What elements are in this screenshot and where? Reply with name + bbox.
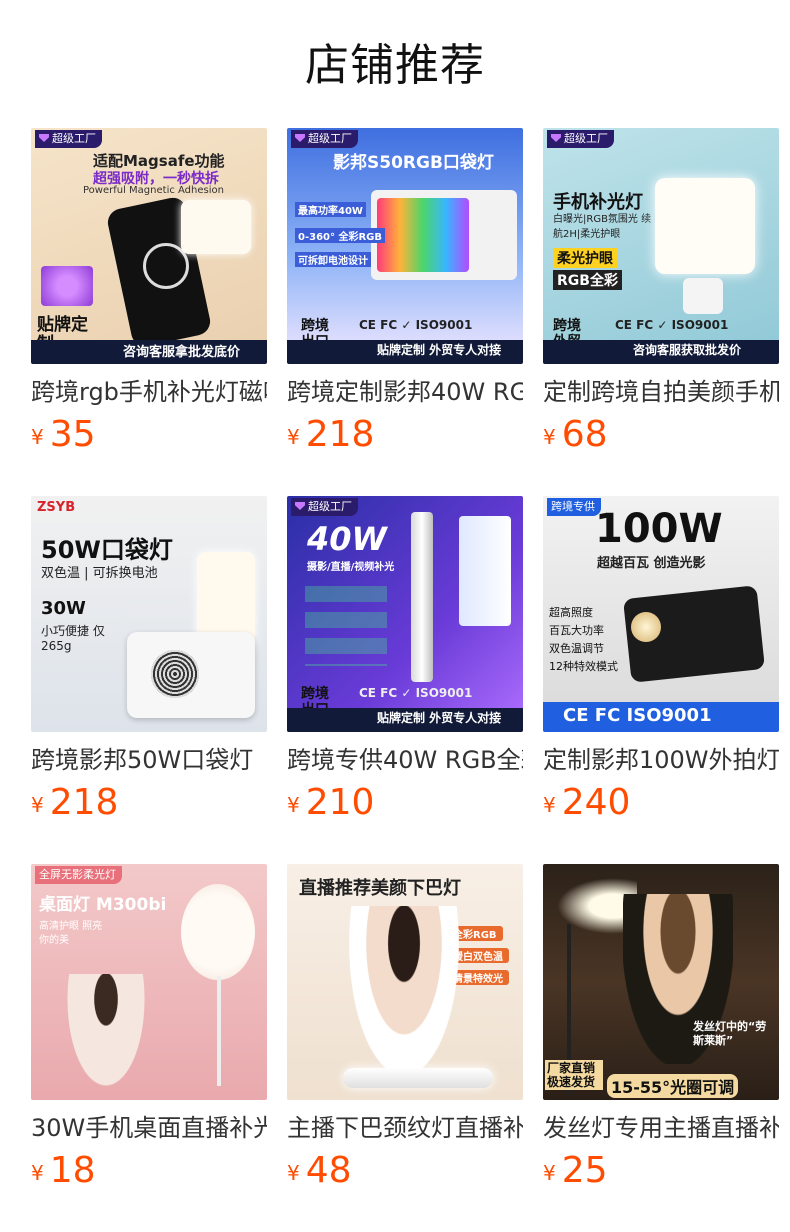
product-name[interactable]: 跨境专供40W RGB全彩	[287, 744, 523, 778]
product-price: ¥218	[287, 414, 375, 455]
spec-tag: 可拆卸电池设计	[295, 252, 371, 267]
cert-logos: CE FC ✓ ISO9001	[615, 318, 729, 332]
product-image[interactable]: 直播推荐美颜下巴灯 全彩RGB 暖白双色温 情景特效光	[287, 864, 523, 1100]
product-price: ¥48	[287, 1150, 352, 1191]
spec-tag: RGB全彩	[553, 270, 622, 290]
model-figure	[61, 974, 151, 1100]
image-headline: 40W	[307, 520, 387, 558]
diamond-icon	[39, 134, 49, 142]
product-card[interactable]: 超级工厂 影邦S50RGB口袋灯 最高功率40W 0-360° 全彩RGB 可拆…	[287, 128, 523, 468]
spec-list	[305, 586, 387, 666]
image-spec: 30W	[41, 598, 86, 619]
product-card[interactable]: 超级工厂 适配Magsafe功能 超强吸附，一秒快拆 Powerful Magn…	[31, 128, 267, 468]
image-subheadline: 白曝光|RGB氛围光 续航2H|柔光护眼	[553, 214, 652, 240]
factory-badge: 超级工厂	[291, 498, 358, 516]
product-name[interactable]: 发丝灯专用主播直播补光	[543, 1112, 779, 1146]
image-headline: 桌面灯 M300bi	[39, 895, 167, 915]
diamond-icon	[295, 134, 305, 142]
image-subheadline: 双色温 | 可拆换电池	[41, 566, 158, 581]
cert-logos: CE FC ✓ ISO9001	[359, 686, 473, 700]
image-subheadline: 超越百瓦 创造光影	[597, 556, 706, 571]
light-panel	[181, 200, 251, 254]
model-figure	[349, 906, 459, 1076]
image-caption: 小巧便捷 仅265g	[41, 624, 105, 653]
rgb-led-grid	[377, 198, 469, 272]
product-name[interactable]: 定制跨境自拍美颜手机	[543, 376, 779, 410]
light-panel	[655, 178, 755, 274]
product-price: ¥218	[31, 782, 119, 823]
product-price: ¥240	[543, 782, 631, 823]
spec-tag: 柔光护眼	[553, 248, 617, 268]
fan-grill	[151, 650, 199, 698]
image-banner: 贴牌定制 外贸专人对接	[287, 708, 523, 732]
product-name[interactable]: 主播下巴颈纹灯直播补光	[287, 1112, 523, 1146]
export-badge: 跨境专供	[547, 498, 601, 516]
image-banner: 咨询客服拿批发底价	[31, 340, 267, 364]
product-image[interactable]: 超级工厂 手机补光灯 白曝光|RGB氛围光 续航2H|柔光护眼 柔光护眼 RGB…	[543, 128, 779, 364]
spec-tag: 0-360° 全彩RGB	[295, 228, 385, 243]
product-name[interactable]: 跨境rgb手机补光灯磁吸	[31, 376, 267, 410]
barn-door-light	[459, 516, 511, 626]
image-headline: 发丝灯中的“劳斯莱斯”	[693, 1020, 767, 1047]
product-image[interactable]: 全屏无影柔光灯 桌面灯 M300bi 高清护眼 照亮你的美	[31, 864, 267, 1100]
feature-item: 双色温调节	[549, 642, 604, 655]
product-image[interactable]: 发丝灯中的“劳斯莱斯” 厂家直销 极速发货 15-55°光圈可调	[543, 864, 779, 1100]
image-headline: 影邦S50RGB口袋灯	[333, 153, 494, 173]
product-image[interactable]: 跨境专供 100W 超越百瓦 创造光影 超高照度 百瓦大功率 双色温调节 12种…	[543, 496, 779, 732]
product-image[interactable]: 超级工厂 适配Magsafe功能 超强吸附，一秒快拆 Powerful Magn…	[31, 128, 267, 364]
image-caption: Powerful Magnetic Adhesion	[83, 185, 224, 196]
product-name[interactable]: 30W手机桌面直播补光灯	[31, 1112, 267, 1146]
product-price: ¥210	[287, 782, 375, 823]
product-name[interactable]: 跨境定制影邦40W RGB	[287, 376, 523, 410]
cert-logos: CE FC ✓ ISO9001	[359, 318, 473, 332]
image-subheadline: 摄影/直播/视频补光	[307, 562, 395, 573]
image-banner: CE FC ISO9001	[543, 702, 779, 732]
product-image[interactable]: 超级工厂 影邦S50RGB口袋灯 最高功率40W 0-360° 全彩RGB 可拆…	[287, 128, 523, 364]
product-card[interactable]: 直播推荐美颜下巴灯 全彩RGB 暖白双色温 情景特效光 主播下巴颈纹灯直播补光 …	[287, 864, 523, 1204]
product-price: ¥35	[31, 414, 96, 455]
spec-tag: 最高功率40W	[295, 202, 366, 217]
chin-light-bar	[343, 1068, 493, 1088]
image-headline: 100W	[595, 506, 723, 552]
factory-badge: 超级工厂	[291, 130, 358, 148]
image-tag: 厂家直销 极速发货	[545, 1060, 603, 1090]
diamond-icon	[551, 134, 561, 142]
feature-item: 百瓦大功率	[549, 624, 604, 637]
diamond-icon	[295, 502, 305, 510]
product-price: ¥18	[31, 1150, 96, 1191]
image-headline: 50W口袋灯	[41, 536, 173, 564]
product-card[interactable]: 超级工厂 手机补光灯 白曝光|RGB氛围光 续航2H|柔光护眼 柔光护眼 RGB…	[543, 128, 779, 468]
clip-stand	[683, 278, 723, 314]
brand-logo: ZSYB	[37, 500, 76, 515]
product-name[interactable]: 跨境影邦50W口袋灯	[31, 744, 267, 778]
image-banner: 贴牌定制 外贸专人对接	[287, 340, 523, 364]
tube-light	[411, 512, 433, 682]
product-price: ¥68	[543, 414, 608, 455]
product-card[interactable]: 超级工厂 40W 摄影/直播/视频补光 跨境出口 CE FC ✓ ISO9001…	[287, 496, 523, 836]
feature-item: 超高照度	[549, 606, 593, 619]
spotlight-lens	[631, 612, 661, 642]
image-banner: 15-55°光圈可调	[607, 1074, 739, 1098]
product-card[interactable]: ZSYB 50W口袋灯 双色温 | 可拆换电池 30W 小巧便捷 仅265g 跨…	[31, 496, 267, 836]
led-panel	[41, 266, 93, 306]
product-name[interactable]: 定制影邦100W外拍灯	[543, 744, 779, 778]
image-banner: 咨询客服获取批发价	[543, 340, 779, 364]
image-headline: 直播推荐美颜下巴灯	[299, 878, 461, 899]
product-card[interactable]: 全屏无影柔光灯 桌面灯 M300bi 高清护眼 照亮你的美 30W手机桌面直播补…	[31, 864, 267, 1204]
image-headline: 手机补光灯	[553, 192, 643, 213]
product-image[interactable]: ZSYB 50W口袋灯 双色温 | 可拆换电池 30W 小巧便捷 仅265g	[31, 496, 267, 732]
ring-light	[181, 884, 255, 980]
product-price: ¥25	[543, 1150, 608, 1191]
light-stand	[217, 976, 221, 1086]
product-card[interactable]: 跨境专供 100W 超越百瓦 创造光影 超高照度 百瓦大功率 双色温调节 12种…	[543, 496, 779, 836]
product-image[interactable]: 超级工厂 40W 摄影/直播/视频补光 跨境出口 CE FC ✓ ISO9001…	[287, 496, 523, 732]
factory-badge: 超级工厂	[35, 130, 102, 148]
product-badge: 全屏无影柔光灯	[35, 866, 122, 884]
factory-badge: 超级工厂	[547, 130, 614, 148]
product-card[interactable]: 发丝灯中的“劳斯莱斯” 厂家直销 极速发货 15-55°光圈可调 发丝灯专用主播…	[543, 864, 779, 1204]
image-subheadline: 高清护眼 照亮你的美	[39, 921, 103, 946]
feature-item: 12种特效模式	[549, 660, 618, 673]
page-title: 店铺推荐	[305, 40, 485, 91]
